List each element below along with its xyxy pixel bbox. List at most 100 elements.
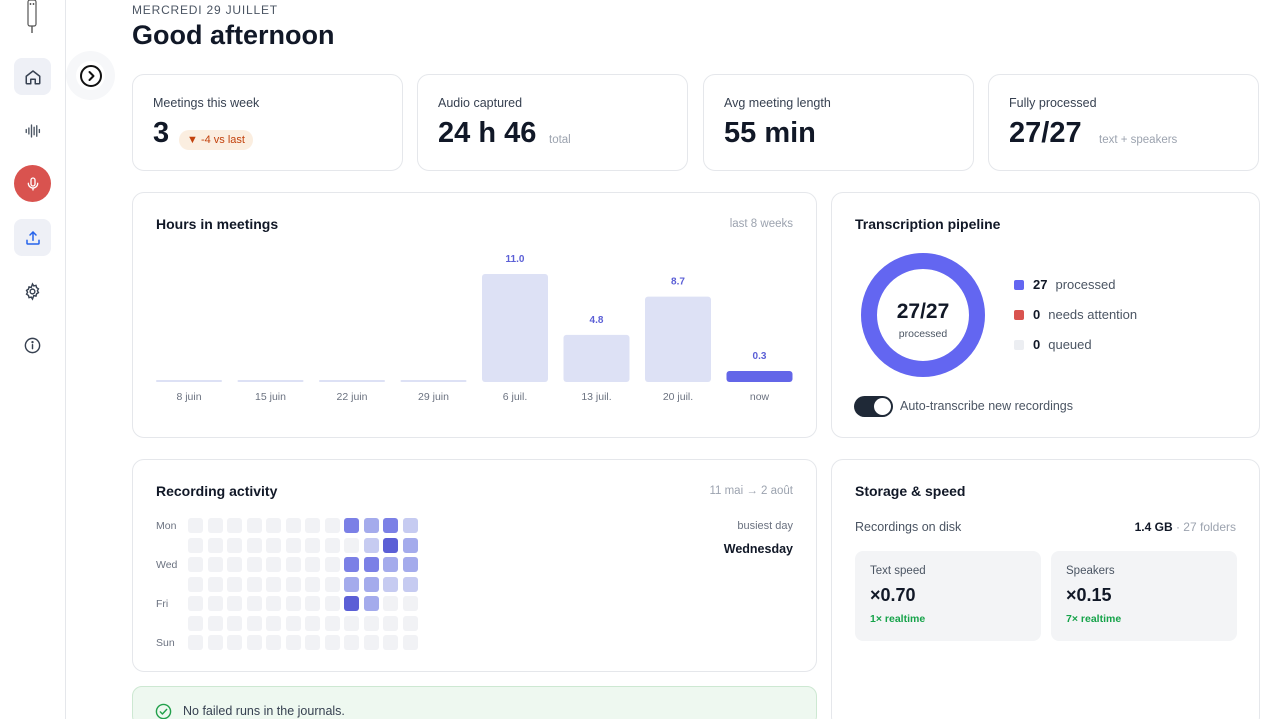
bar-1 [237, 380, 304, 382]
heatmap-cell [402, 596, 418, 611]
gear-icon [25, 282, 40, 301]
nav-recordings-button[interactable] [14, 112, 51, 149]
legend-swatch [1014, 309, 1024, 320]
text-speed-box: Text speed ×0.70 1× realtime [855, 551, 1041, 641]
heatmap-cell [188, 537, 203, 553]
pipeline-card: Transcription pipeline 27/27 processed 2… [831, 192, 1260, 438]
stat-label: Audio captured [438, 96, 523, 110]
stat-card-audio: Audio captured 24 h 46 total [417, 74, 688, 171]
bar-value-label: 11.0 [506, 254, 525, 265]
heatmap-cell [266, 537, 281, 553]
stat-card-avg-length: Avg meeting length 55 min [703, 74, 974, 171]
row-label-mon: Mon [156, 520, 177, 532]
auto-transcribe-toggle[interactable] [854, 396, 893, 417]
bar-value-label: 4.8 [590, 315, 604, 326]
speakers-speed-value: ×0.15 [1066, 585, 1112, 605]
heatmap-cell [324, 635, 340, 650]
stat-label: Meetings this week [153, 96, 260, 110]
activity-range: 11 mai → 2 août [709, 485, 793, 497]
heatmap-cell [383, 596, 398, 611]
heatmap-cell [305, 518, 320, 533]
heatmap-cell [188, 635, 203, 650]
bar-value-label: 0.3 [753, 351, 767, 362]
activity-card: Recording activity 11 mai → 2 août Mon W… [132, 459, 817, 672]
heatmap-cell [188, 596, 203, 611]
stat-card-meetings: Meetings this week 3 ▼ -4 vs last [132, 74, 403, 171]
heatmap-cell [285, 615, 301, 631]
disk-folders: · 27 folders [1175, 520, 1236, 534]
heatmap-cell [246, 596, 262, 611]
heatmap-cell [344, 615, 359, 631]
heatmap-cell [246, 557, 262, 572]
status-banner: No failed runs in the journals. [132, 686, 817, 719]
heatmap-cell [344, 557, 359, 572]
status-banner-text: No failed runs in the journals. [183, 704, 345, 718]
x-tick-label: 22 juin [337, 391, 368, 403]
heatmap-cell [188, 576, 203, 592]
heatmap-cell [305, 537, 320, 553]
heatmap-cell [266, 635, 281, 650]
x-tick-label: now [750, 391, 770, 403]
heatmap-cell [402, 537, 418, 553]
heatmap-cell [383, 615, 398, 631]
stat-label: Fully processed [1009, 96, 1097, 110]
nav-upload-button[interactable] [14, 219, 51, 256]
stat-value: 55 min [724, 117, 816, 149]
heatmap-cell [324, 596, 340, 611]
text-speed-value: ×0.70 [870, 585, 916, 605]
trend-badge: ▼ -4 vs last [179, 130, 253, 150]
chevron-right-icon [79, 64, 102, 87]
heatmap-cell [246, 518, 262, 533]
legend-count: 27 [1033, 277, 1048, 292]
nav-settings-button[interactable] [14, 273, 51, 310]
disk-value: 1.4 GB [1134, 520, 1173, 534]
heatmap-cell [207, 557, 223, 572]
legend-label: processed [1055, 277, 1116, 292]
row-label-fri: Fri [156, 598, 169, 610]
heatmap-cell [324, 576, 340, 592]
nav-home-button[interactable] [14, 58, 51, 95]
nav-record-button[interactable] [14, 165, 51, 202]
heatmap-cell [246, 615, 262, 631]
heatmap-cell [363, 557, 379, 572]
x-tick-label: 15 juin [255, 391, 286, 403]
heatmap-cell [402, 518, 418, 533]
heatmap-cell [305, 615, 320, 631]
bar-0 [156, 380, 222, 382]
text-speed-note: 1× realtime [870, 613, 926, 625]
nav-about-button[interactable] [14, 327, 51, 364]
heatmap-cell [266, 596, 281, 611]
home-icon [25, 69, 40, 84]
heatmap-cell [324, 557, 340, 572]
stat-value: 3 [153, 117, 170, 149]
legend-processed: 27 processed [1014, 277, 1115, 292]
donut-center-value: 27/27 [897, 300, 950, 323]
speakers-speed-label: Speakers [1066, 565, 1115, 577]
disk-label: Recordings on disk [855, 520, 962, 534]
busiest-day-value: Wednesday [723, 542, 793, 556]
activity-heatmap [188, 518, 423, 653]
pipeline-title: Transcription pipeline [855, 216, 1001, 232]
legend-needs-attention: 0 needs attention [1014, 307, 1137, 322]
bar-5 [563, 334, 630, 382]
stat-label: Avg meeting length [724, 96, 831, 110]
upload-icon [25, 230, 40, 245]
heatmap-cell [305, 635, 320, 650]
row-label-wed: Wed [156, 559, 178, 571]
heatmap-cell [207, 518, 223, 533]
heatmap-cell [363, 596, 379, 611]
bar-2 [319, 380, 385, 382]
bar-6 [645, 296, 711, 382]
heatmap-cell [402, 635, 418, 650]
bar-value-label: 8.7 [671, 277, 685, 288]
app-logo-icon [27, 0, 37, 33]
hours-card: Hours in meetings last 8 weeks 8 juin 15 … [132, 192, 817, 438]
heatmap-cell [227, 576, 242, 592]
sidebar-toggle-button[interactable] [76, 61, 105, 90]
heatmap-cell [227, 557, 242, 572]
heatmap-cell [227, 596, 242, 611]
legend-label: needs attention [1048, 307, 1138, 322]
heatmap-cell [246, 537, 262, 553]
x-tick-label: 6 juil. [503, 391, 528, 403]
page-title: Good afternoon [132, 20, 335, 50]
